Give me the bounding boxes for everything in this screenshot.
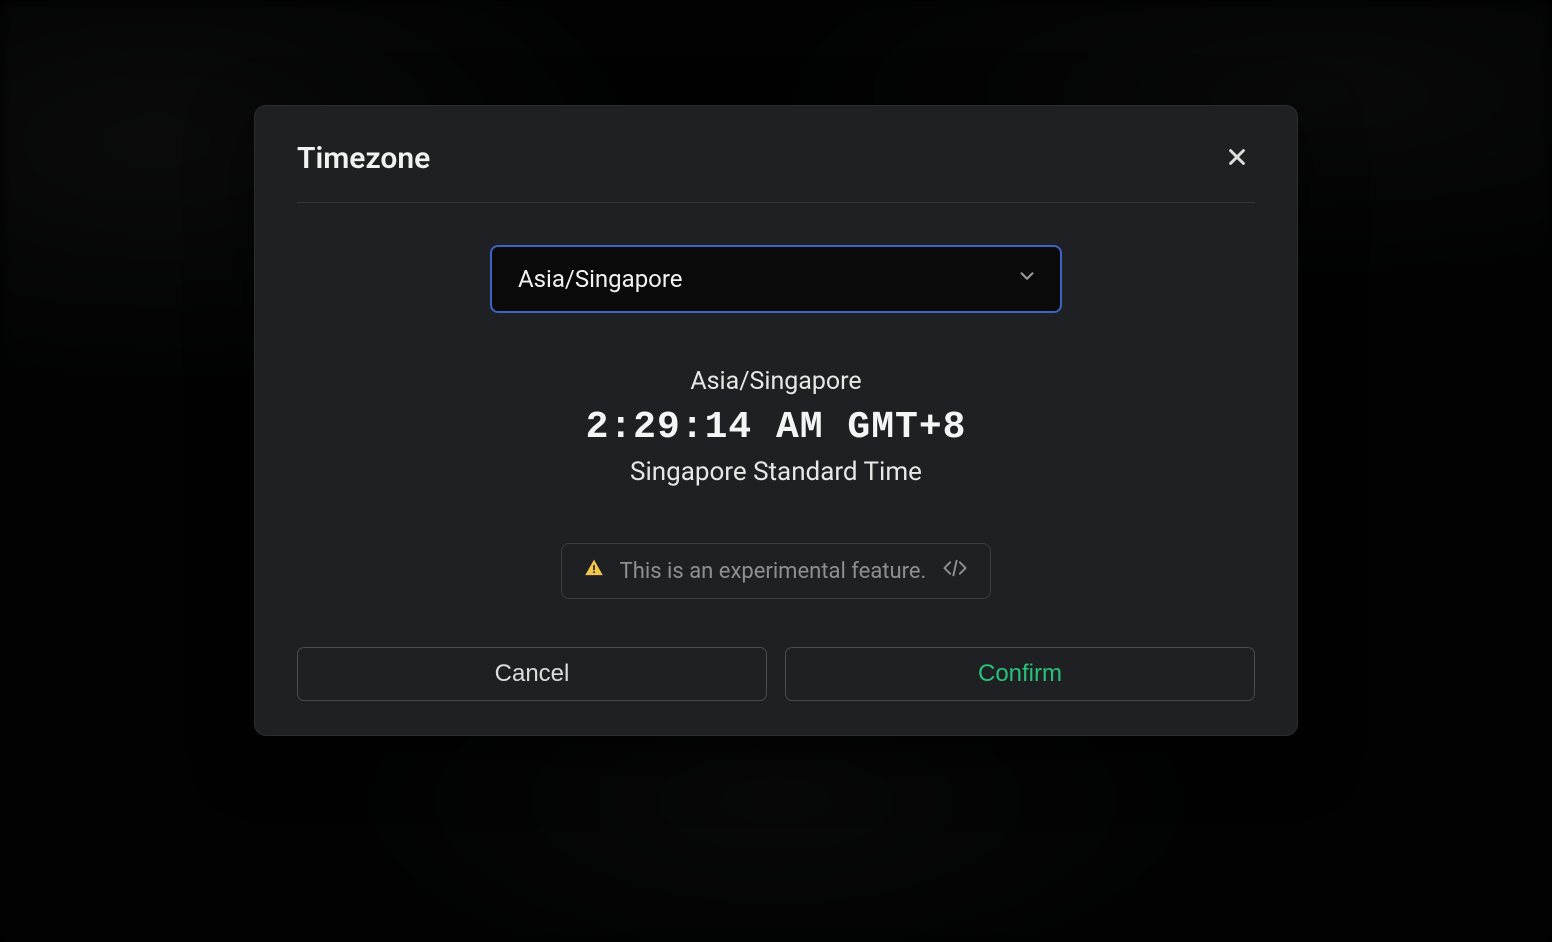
timezone-current-time: 2:29:14 AM GMT+8: [586, 406, 967, 449]
close-button[interactable]: [1219, 140, 1255, 176]
confirm-button[interactable]: Confirm: [785, 647, 1255, 701]
cancel-button[interactable]: Cancel: [297, 647, 767, 701]
modal-body: Asia/Singapore Asia/Singapore 2:29:14 AM…: [297, 203, 1255, 701]
modal-header: Timezone: [297, 106, 1255, 203]
modal-title: Timezone: [297, 141, 430, 176]
close-icon: [1226, 146, 1248, 171]
code-icon: [942, 558, 968, 584]
chevron-down-icon: [1016, 265, 1038, 293]
modal-footer: Cancel Confirm: [297, 647, 1255, 701]
timezone-long-name: Singapore Standard Time: [630, 457, 922, 487]
timezone-id-label: Asia/Singapore: [690, 367, 861, 396]
timezone-modal: Timezone Asia/Singapore Asia/Singapore 2…: [254, 105, 1298, 736]
warning-triangle-icon: [584, 558, 604, 584]
experimental-notice: This is an experimental feature.: [561, 543, 992, 599]
timezone-select[interactable]: Asia/Singapore: [490, 245, 1062, 313]
experimental-notice-text: This is an experimental feature.: [620, 559, 927, 584]
timezone-select-value: Asia/Singapore: [518, 265, 683, 293]
